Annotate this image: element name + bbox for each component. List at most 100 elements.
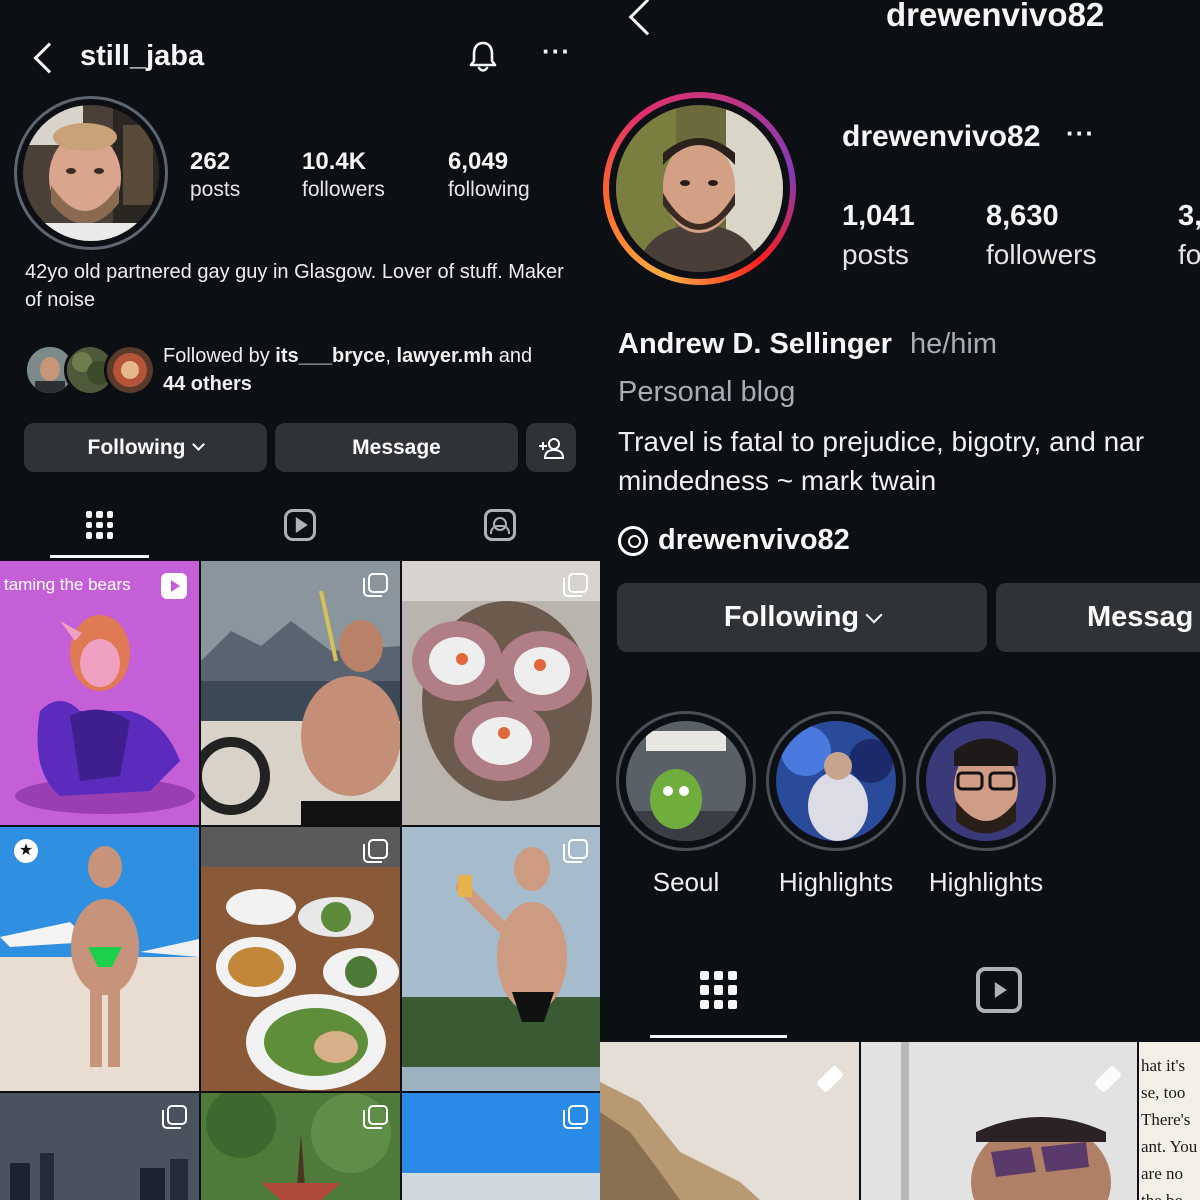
pronouns: he/him [909,328,997,360]
pinned-star-icon: ★ [14,839,38,863]
text-line: are no [1141,1164,1184,1183]
post-tile[interactable] [402,561,600,825]
multi-post-icon [563,839,588,863]
profile-avatar[interactable] [14,96,168,250]
stat-followers[interactable]: 10.4K followers [302,148,385,202]
followed-by[interactable]: Followed by its___bryce, lawyer.mh and 44… [24,340,594,400]
tagged-icon [483,509,516,541]
back-icon[interactable] [33,42,65,74]
threads-handle: drewenvivo82 [658,524,850,556]
text-line: There's [1141,1110,1191,1129]
reel-badge-icon [161,573,187,599]
post-tile[interactable] [201,1093,400,1200]
threads-link[interactable]: drewenvivo82 [618,524,850,557]
stat-following[interactable]: 6,049 following [448,148,530,202]
follower-link[interactable]: its___bryce [275,345,385,367]
following-label: Following [723,601,860,633]
bell-icon[interactable] [468,40,498,74]
profile-category: Personal blog [618,376,796,408]
stat-following[interactable]: 3, fo [1178,200,1200,271]
and-text: and [493,345,533,367]
text-line: hat it's [1141,1056,1186,1075]
multi-post-icon [363,573,388,597]
grid-icon [85,511,114,539]
highlight-seoul[interactable]: Seoul [616,711,756,898]
add-person-icon [539,437,564,459]
active-tab-indicator [50,555,149,558]
back-icon[interactable] [628,0,666,36]
stat-value: 8,630 [986,200,1059,232]
followed-by-prefix: Followed by [163,345,276,367]
text-post-content: hat it's se, too There's ant. You are no… [1141,1052,1197,1200]
message-button[interactable]: Message [275,423,518,472]
multi-post-icon [363,839,388,863]
avatar-photo [616,105,783,272]
post-tile[interactable] [600,1042,859,1200]
post-tile[interactable] [201,561,400,825]
profile-panel-still-jaba: still_jaba ··· 262 posts 10.4K followers… [0,0,600,1200]
active-tab-indicator [650,1035,787,1038]
message-button[interactable]: Messag [996,583,1200,652]
bio-line: mindedness ~ mark twain [618,465,937,496]
post-tile[interactable]: ★ [0,827,199,1091]
post-tile[interactable] [861,1042,1137,1200]
text-line: the bo [1141,1187,1197,1200]
highlight-cover [926,721,1046,841]
avatar-photo [23,105,159,241]
tab-tagged[interactable] [450,500,549,550]
stat-label: posts [842,239,909,270]
highlight-item[interactable]: Highlights [916,711,1056,898]
multi-post-icon [363,1105,388,1129]
post-tile[interactable] [201,827,400,1091]
threads-icon [618,525,648,556]
following-button[interactable]: Following [24,423,267,472]
post-tile[interactable] [0,1093,199,1200]
stat-label: following [448,178,530,201]
profile-bio: Travel is fatal to prejudice, bigotry, a… [618,422,1200,500]
profile-bio: 42yo old partnered gay guy in Glasgow. L… [25,261,564,311]
profile-header: still_jaba ··· [0,30,600,86]
reel-caption: taming the bears [4,575,131,594]
profile-avatar[interactable] [603,92,796,285]
full-name: Andrew D. Sellinger [618,328,892,360]
message-label: Message [352,435,441,459]
chevron-down-icon [192,438,206,451]
more-icon[interactable]: ··· [1066,118,1095,149]
tab-grid[interactable] [650,960,787,1020]
profile-panel-drewenvivo82: drewenvivo82 drewenvivo82 ··· 1,041 post… [600,0,1200,1200]
stat-posts[interactable]: 1,041 posts [842,200,915,271]
highlight-item[interactable]: Highlights [766,711,906,898]
grid-icon [699,971,738,1009]
multi-post-icon [162,1105,187,1129]
stat-value: 1,041 [842,200,915,232]
stat-value: 6,049 [448,148,509,175]
more-icon[interactable]: ··· [542,36,571,67]
post-tile[interactable]: hat it's se, too There's ant. You are no… [1139,1042,1200,1200]
tab-reels[interactable] [930,960,1067,1020]
header-title: drewenvivo82 [886,0,1105,33]
highlight-label: Highlights [928,867,1044,897]
profile-tabs [0,500,600,560]
multi-post-icon [563,573,588,597]
post-tile[interactable] [402,827,600,1091]
tab-grid[interactable] [50,500,149,550]
others-link[interactable]: 44 others [163,373,252,395]
stat-followers[interactable]: 8,630 followers [986,200,1096,271]
stat-label: fo [1178,239,1200,270]
follower-avatar [104,344,156,396]
stat-label: posts [190,178,241,201]
bio-line: Travel is fatal to prejudice, bigotry, a… [618,426,1145,457]
add-person-button[interactable] [526,423,576,472]
stat-posts[interactable]: 262 posts [190,148,240,202]
stat-value: 3, [1178,200,1200,232]
tab-reels[interactable] [250,500,349,550]
post-tile[interactable] [402,1093,600,1200]
highlight-cover [626,721,746,841]
profile-full-name: Andrew D. Sellinger he/him [618,328,997,361]
highlight-cover [776,721,896,841]
follower-link[interactable]: lawyer.mh [396,345,493,367]
following-button[interactable]: Following [617,583,987,652]
text-line: ant. You [1141,1137,1198,1156]
post-tile[interactable]: taming the bears [0,561,199,825]
profile-tabs [600,960,1200,1040]
